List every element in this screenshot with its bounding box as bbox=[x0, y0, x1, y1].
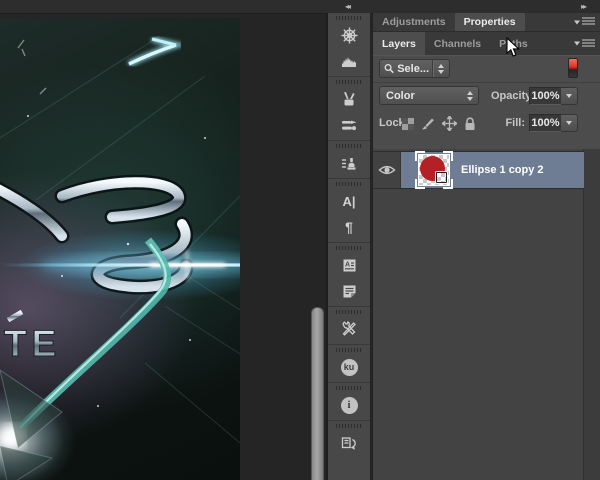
layer-comps-panel-icon[interactable] bbox=[328, 430, 370, 456]
canvas-surface[interactable]: TE bbox=[0, 18, 240, 480]
tab-properties[interactable]: Properties bbox=[455, 13, 525, 31]
artwork-graphics: TE bbox=[0, 18, 240, 480]
dropdown-arrows-icon bbox=[432, 60, 449, 77]
opacity-value[interactable]: 100% bbox=[529, 87, 562, 105]
canvas-text-fragment: TE bbox=[4, 323, 61, 364]
properties-panel-menu-icon[interactable] bbox=[574, 18, 595, 27]
tab-adjustments[interactable]: Adjustments bbox=[373, 13, 455, 31]
layer-filter-toggle[interactable] bbox=[568, 58, 578, 78]
tab-channels[interactable]: Channels bbox=[425, 32, 490, 55]
layer-row-selected[interactable]: Ellipse 1 copy 2 bbox=[373, 151, 584, 189]
drag-grip[interactable] bbox=[336, 80, 362, 84]
dropdown-arrows-icon bbox=[462, 87, 478, 104]
info-panel-icon[interactable]: i bbox=[328, 392, 370, 418]
kuler-panel-icon[interactable]: ku bbox=[328, 354, 370, 380]
paragraph-panel-icon[interactable]: ¶ bbox=[328, 214, 370, 240]
drag-grip[interactable] bbox=[336, 182, 362, 186]
layer-visibility-toggle[interactable] bbox=[373, 152, 401, 188]
tab-paths[interactable]: Paths bbox=[490, 32, 537, 55]
collapse-to-icons-right-icon[interactable]: ▸▸ bbox=[581, 0, 585, 13]
properties-tab-bar: Adjustments Properties bbox=[373, 13, 600, 32]
lock-position-icon[interactable] bbox=[442, 116, 457, 131]
layer-filter-value: Sele... bbox=[397, 63, 429, 75]
collapse-to-icons-left-icon[interactable]: ◂◂ bbox=[345, 0, 349, 13]
layer-filter-row: Sele... bbox=[373, 55, 600, 83]
drag-grip[interactable] bbox=[336, 348, 362, 352]
layers-list-scroll-gutter[interactable] bbox=[583, 149, 600, 480]
lock-fill-row: Lock: bbox=[373, 110, 600, 137]
fill-value[interactable]: 100% bbox=[529, 114, 562, 132]
layer-row-body[interactable]: Ellipse 1 copy 2 bbox=[401, 152, 584, 188]
dock-top-bar: ◂◂ ▸▸ bbox=[0, 0, 600, 14]
paragraph-styles-panel-icon[interactable] bbox=[328, 278, 370, 304]
drag-grip[interactable] bbox=[336, 310, 362, 314]
canvas-vertical-scrollbar[interactable] bbox=[311, 307, 324, 480]
tab-layers[interactable]: Layers bbox=[373, 32, 425, 55]
panel-dock: Adjustments Properties Layers Channels P… bbox=[372, 13, 600, 480]
blend-mode-value: Color bbox=[386, 90, 415, 102]
eye-icon bbox=[378, 164, 396, 176]
search-icon bbox=[384, 63, 394, 74]
panel-icon-strip: A| ¶ A bbox=[326, 13, 371, 480]
tool-presets-panel-icon[interactable] bbox=[328, 112, 370, 138]
svg-text:A: A bbox=[345, 261, 350, 268]
drag-grip[interactable] bbox=[336, 386, 362, 390]
blend-mode-dropdown[interactable]: Color bbox=[379, 86, 479, 105]
tools-panel-icon[interactable] bbox=[328, 316, 370, 342]
photoshop-window: ◂◂ ▸▸ bbox=[0, 0, 600, 480]
drag-grip[interactable] bbox=[336, 144, 362, 148]
character-panel-icon[interactable]: A| bbox=[328, 188, 370, 214]
layer-name[interactable]: Ellipse 1 copy 2 bbox=[461, 164, 544, 176]
histogram-panel-icon[interactable] bbox=[328, 48, 370, 74]
clone-source-panel-icon[interactable] bbox=[328, 150, 370, 176]
drag-grip[interactable] bbox=[336, 246, 362, 250]
drag-grip[interactable] bbox=[336, 424, 362, 428]
layer-filter-type-dropdown[interactable]: Sele... bbox=[379, 59, 450, 78]
opacity-dropdown-button[interactable] bbox=[561, 87, 578, 105]
character-styles-panel-icon[interactable]: A bbox=[328, 252, 370, 278]
layers-tab-bar: Layers Channels Paths bbox=[373, 32, 600, 55]
layers-panel-menu-icon[interactable] bbox=[574, 39, 595, 48]
fill-label: Fill: bbox=[491, 114, 525, 133]
lock-pixels-brush-icon[interactable] bbox=[421, 117, 435, 130]
canvas-area: TE bbox=[0, 14, 326, 480]
blend-opacity-row: Color Opacity: 100% bbox=[373, 83, 600, 110]
layer-thumbnail[interactable] bbox=[418, 154, 450, 186]
drag-grip[interactable] bbox=[336, 16, 362, 20]
lock-transparency-icon[interactable] bbox=[402, 118, 414, 130]
fill-dropdown-button[interactable] bbox=[561, 114, 578, 132]
brush-presets-panel-icon[interactable] bbox=[328, 86, 370, 112]
lock-all-icon[interactable] bbox=[464, 117, 476, 131]
layers-list: Ellipse 1 copy 2 bbox=[373, 149, 600, 480]
navigator-panel-icon[interactable] bbox=[328, 22, 370, 48]
